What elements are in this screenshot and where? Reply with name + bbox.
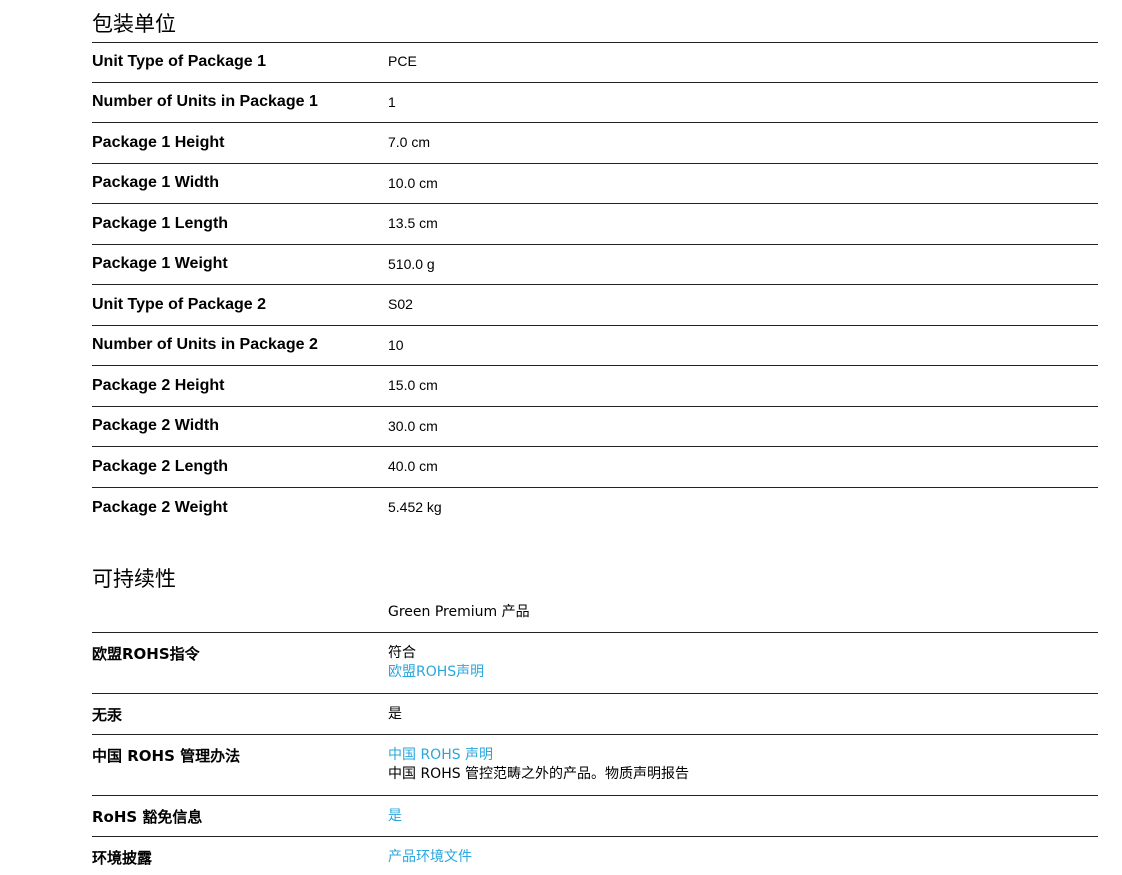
row-value: PCE (388, 53, 417, 70)
table-row: 无汞 是 (92, 694, 1098, 735)
row-value: 7.0 cm (388, 134, 431, 151)
row-value-group: 中国 ROHS 声明 中国 ROHS 管控范畴之外的产品。物质声明报告 (388, 735, 1098, 784)
table-row: Unit Type of Package 2 S02 (92, 285, 1098, 326)
row-label: Number of Units in Package 2 (92, 336, 318, 354)
row-value: 符合 (388, 645, 416, 661)
row-value: 30.0 cm (388, 417, 438, 434)
row-value-group: 是 (388, 796, 1098, 826)
table-row: Package 2 Width 30.0 cm (92, 407, 1098, 447)
row-value: 1 (388, 93, 396, 110)
section-title-packaging: 包装单位 (92, 12, 176, 36)
table-row: Package 2 Length 40.0 cm (92, 447, 1098, 488)
row-label: 无汞 (92, 706, 123, 724)
eu-rohs-declaration-link[interactable]: 欧盟ROHS声明 (388, 663, 1098, 682)
table-row: Green Premium 产品 (92, 601, 1098, 633)
table-row: Package 1 Length 13.5 cm (92, 204, 1098, 245)
row-label: Package 2 Width (92, 417, 220, 435)
table-row: RoHS 豁免信息 是 (92, 796, 1098, 837)
rohs-exemption-link[interactable]: 是 (388, 807, 1098, 826)
row-value: S02 (388, 296, 413, 313)
row-label: Unit Type of Package 1 (92, 52, 266, 70)
table-row: Number of Units in Package 2 10 (92, 326, 1098, 366)
row-value: 40.0 cm (388, 458, 438, 475)
row-value-group: 产品环境文件 (388, 837, 1098, 867)
table-row: 欧盟ROHS指令 符合 欧盟ROHS声明 (92, 633, 1098, 694)
row-label: Package 1 Width (92, 174, 220, 192)
table-row: Package 1 Height 7.0 cm (92, 123, 1098, 164)
row-value: 10.0 cm (388, 174, 438, 191)
row-label: Unit Type of Package 2 (92, 295, 266, 313)
section-title-sustainability: 可持续性 (92, 567, 176, 591)
environmental-disclosure-link[interactable]: 产品环境文件 (388, 848, 1098, 867)
row-label: 环境披露 (92, 849, 153, 867)
table-row: Number of Units in Package 1 1 (92, 83, 1098, 123)
row-value: 13.5 cm (388, 215, 438, 232)
row-value: 是 (388, 706, 402, 722)
row-value-group: 符合 欧盟ROHS声明 (388, 633, 1098, 682)
sustainability-table: Green Premium 产品 欧盟ROHS指令 符合 欧盟ROHS声明 无汞… (92, 601, 1098, 875)
row-label: 欧盟ROHS指令 (92, 645, 200, 663)
row-label: Package 2 Weight (92, 498, 228, 516)
table-row: Package 1 Width 10.0 cm (92, 164, 1098, 204)
row-label: 中国 ROHS 管理办法 (92, 747, 241, 765)
table-row: Package 2 Height 15.0 cm (92, 366, 1098, 407)
row-label: Number of Units in Package 1 (92, 93, 318, 111)
table-row: Package 1 Weight 510.0 g (92, 245, 1098, 285)
packaging-table: Unit Type of Package 1 PCE Number of Unit… (92, 42, 1098, 528)
row-label: Package 1 Length (92, 214, 229, 232)
row-label: Package 1 Height (92, 133, 225, 151)
china-rohs-declaration-link[interactable]: 中国 ROHS 声明 (388, 746, 1098, 765)
row-value: Green Premium 产品 (388, 604, 530, 620)
row-value: 10 (388, 336, 404, 353)
row-label: Package 2 Height (92, 376, 225, 394)
row-value: 中国 ROHS 管控范畴之外的产品。物质声明报告 (388, 766, 690, 782)
table-row: 环境披露 产品环境文件 (92, 837, 1098, 875)
row-value: 15.0 cm (388, 377, 438, 394)
table-row: Package 2 Weight 5.452 kg (92, 488, 1098, 529)
table-row: Unit Type of Package 1 PCE (92, 42, 1098, 83)
row-label: RoHS 豁免信息 (92, 808, 203, 826)
row-label: Package 2 Length (92, 457, 229, 475)
row-value: 510.0 g (388, 255, 435, 272)
row-value: 5.452 kg (388, 499, 442, 516)
table-row: 中国 ROHS 管理办法 中国 ROHS 声明 中国 ROHS 管控范畴之外的产… (92, 735, 1098, 796)
row-label: Package 1 Weight (92, 255, 228, 273)
